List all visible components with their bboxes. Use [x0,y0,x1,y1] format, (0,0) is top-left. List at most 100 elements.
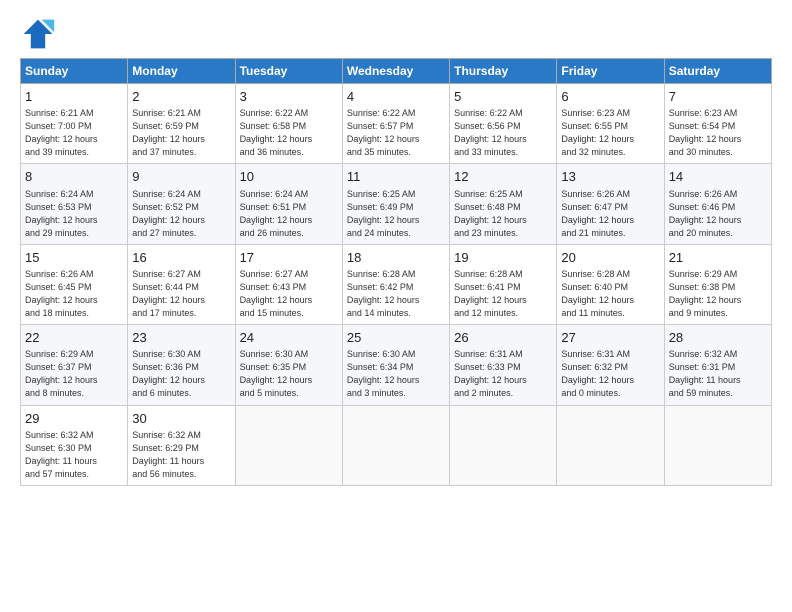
day-info: Sunrise: 6:25 AM Sunset: 6:48 PM Dayligh… [454,188,552,240]
day-number: 12 [454,168,552,186]
day-cell: 22Sunrise: 6:29 AM Sunset: 6:37 PM Dayli… [21,325,128,405]
week-row-1: 1Sunrise: 6:21 AM Sunset: 7:00 PM Daylig… [21,84,772,164]
day-number: 9 [132,168,230,186]
day-info: Sunrise: 6:22 AM Sunset: 6:57 PM Dayligh… [347,107,445,159]
day-info: Sunrise: 6:31 AM Sunset: 6:32 PM Dayligh… [561,348,659,400]
day-number: 11 [347,168,445,186]
day-cell [664,405,771,485]
day-number: 29 [25,410,123,428]
day-number: 19 [454,249,552,267]
day-cell [450,405,557,485]
day-cell: 30Sunrise: 6:32 AM Sunset: 6:29 PM Dayli… [128,405,235,485]
day-number: 18 [347,249,445,267]
day-cell: 10 Sunrise: 6:24 AM Sunset: 6:51 PM Dayli… [235,164,342,244]
day-number: 23 [132,329,230,347]
week-row-2: 8 Sunrise: 6:24 AM Sunset: 6:53 PM Daylig… [21,164,772,244]
col-header-sunday: Sunday [21,59,128,84]
day-cell: 26Sunrise: 6:31 AM Sunset: 6:33 PM Dayli… [450,325,557,405]
day-cell: 24Sunrise: 6:30 AM Sunset: 6:35 PM Dayli… [235,325,342,405]
day-cell: 27Sunrise: 6:31 AM Sunset: 6:32 PM Dayli… [557,325,664,405]
col-header-thursday: Thursday [450,59,557,84]
day-info: Sunrise: 6:26 AM Sunset: 6:45 PM Dayligh… [25,268,123,320]
day-number: 14 [669,168,767,186]
day-number: 2 [132,88,230,106]
day-number: 28 [669,329,767,347]
day-number: 16 [132,249,230,267]
day-cell: 13 Sunrise: 6:26 AM Sunset: 6:47 PM Dayli… [557,164,664,244]
day-cell: 7Sunrise: 6:23 AM Sunset: 6:54 PM Daylig… [664,84,771,164]
col-header-wednesday: Wednesday [342,59,449,84]
day-info: Sunrise: 6:24 AM Sunset: 6:52 PM Dayligh… [132,188,230,240]
day-number: 26 [454,329,552,347]
day-number: 6 [561,88,659,106]
day-cell: 2Sunrise: 6:21 AM Sunset: 6:59 PM Daylig… [128,84,235,164]
day-number: 15 [25,249,123,267]
day-cell: 17Sunrise: 6:27 AM Sunset: 6:43 PM Dayli… [235,244,342,324]
day-cell [235,405,342,485]
day-number: 4 [347,88,445,106]
week-row-5: 29Sunrise: 6:32 AM Sunset: 6:30 PM Dayli… [21,405,772,485]
day-cell: 25Sunrise: 6:30 AM Sunset: 6:34 PM Dayli… [342,325,449,405]
day-info: Sunrise: 6:28 AM Sunset: 6:41 PM Dayligh… [454,268,552,320]
day-cell: 19Sunrise: 6:28 AM Sunset: 6:41 PM Dayli… [450,244,557,324]
day-info: Sunrise: 6:30 AM Sunset: 6:36 PM Dayligh… [132,348,230,400]
day-cell: 4Sunrise: 6:22 AM Sunset: 6:57 PM Daylig… [342,84,449,164]
day-info: Sunrise: 6:27 AM Sunset: 6:44 PM Dayligh… [132,268,230,320]
week-row-3: 15Sunrise: 6:26 AM Sunset: 6:45 PM Dayli… [21,244,772,324]
day-number: 22 [25,329,123,347]
week-row-4: 22Sunrise: 6:29 AM Sunset: 6:37 PM Dayli… [21,325,772,405]
day-number: 8 [25,168,123,186]
col-header-monday: Monday [128,59,235,84]
day-cell [342,405,449,485]
page: SundayMondayTuesdayWednesdayThursdayFrid… [0,0,792,496]
header-row: SundayMondayTuesdayWednesdayThursdayFrid… [21,59,772,84]
logo [20,16,60,52]
day-number: 21 [669,249,767,267]
day-number: 20 [561,249,659,267]
day-cell: 15Sunrise: 6:26 AM Sunset: 6:45 PM Dayli… [21,244,128,324]
day-info: Sunrise: 6:23 AM Sunset: 6:54 PM Dayligh… [669,107,767,159]
day-info: Sunrise: 6:29 AM Sunset: 6:38 PM Dayligh… [669,268,767,320]
day-cell: 29Sunrise: 6:32 AM Sunset: 6:30 PM Dayli… [21,405,128,485]
day-info: Sunrise: 6:24 AM Sunset: 6:53 PM Dayligh… [25,188,123,240]
day-number: 1 [25,88,123,106]
day-info: Sunrise: 6:32 AM Sunset: 6:31 PM Dayligh… [669,348,767,400]
day-cell: 23Sunrise: 6:30 AM Sunset: 6:36 PM Dayli… [128,325,235,405]
day-number: 17 [240,249,338,267]
day-number: 10 [240,168,338,186]
col-header-friday: Friday [557,59,664,84]
day-info: Sunrise: 6:26 AM Sunset: 6:47 PM Dayligh… [561,188,659,240]
day-info: Sunrise: 6:32 AM Sunset: 6:29 PM Dayligh… [132,429,230,481]
day-cell: 9 Sunrise: 6:24 AM Sunset: 6:52 PM Daylig… [128,164,235,244]
day-cell: 6Sunrise: 6:23 AM Sunset: 6:55 PM Daylig… [557,84,664,164]
day-number: 3 [240,88,338,106]
day-info: Sunrise: 6:23 AM Sunset: 6:55 PM Dayligh… [561,107,659,159]
day-cell [557,405,664,485]
day-info: Sunrise: 6:30 AM Sunset: 6:34 PM Dayligh… [347,348,445,400]
day-number: 30 [132,410,230,428]
day-cell: 8 Sunrise: 6:24 AM Sunset: 6:53 PM Daylig… [21,164,128,244]
day-cell: 1Sunrise: 6:21 AM Sunset: 7:00 PM Daylig… [21,84,128,164]
day-number: 13 [561,168,659,186]
day-info: Sunrise: 6:28 AM Sunset: 6:40 PM Dayligh… [561,268,659,320]
day-cell: 20Sunrise: 6:28 AM Sunset: 6:40 PM Dayli… [557,244,664,324]
day-info: Sunrise: 6:21 AM Sunset: 7:00 PM Dayligh… [25,107,123,159]
day-info: Sunrise: 6:32 AM Sunset: 6:30 PM Dayligh… [25,429,123,481]
day-info: Sunrise: 6:22 AM Sunset: 6:58 PM Dayligh… [240,107,338,159]
day-info: Sunrise: 6:30 AM Sunset: 6:35 PM Dayligh… [240,348,338,400]
day-info: Sunrise: 6:22 AM Sunset: 6:56 PM Dayligh… [454,107,552,159]
day-number: 24 [240,329,338,347]
day-cell: 11Sunrise: 6:25 AM Sunset: 6:49 PM Dayli… [342,164,449,244]
day-cell: 28Sunrise: 6:32 AM Sunset: 6:31 PM Dayli… [664,325,771,405]
day-info: Sunrise: 6:27 AM Sunset: 6:43 PM Dayligh… [240,268,338,320]
day-cell: 16Sunrise: 6:27 AM Sunset: 6:44 PM Dayli… [128,244,235,324]
day-cell: 12 Sunrise: 6:25 AM Sunset: 6:48 PM Dayli… [450,164,557,244]
day-number: 5 [454,88,552,106]
day-cell: 21Sunrise: 6:29 AM Sunset: 6:38 PM Dayli… [664,244,771,324]
day-cell: 5Sunrise: 6:22 AM Sunset: 6:56 PM Daylig… [450,84,557,164]
day-info: Sunrise: 6:28 AM Sunset: 6:42 PM Dayligh… [347,268,445,320]
day-info: Sunrise: 6:31 AM Sunset: 6:33 PM Dayligh… [454,348,552,400]
col-header-tuesday: Tuesday [235,59,342,84]
day-info: Sunrise: 6:24 AM Sunset: 6:51 PM Dayligh… [240,188,338,240]
day-info: Sunrise: 6:26 AM Sunset: 6:46 PM Dayligh… [669,188,767,240]
